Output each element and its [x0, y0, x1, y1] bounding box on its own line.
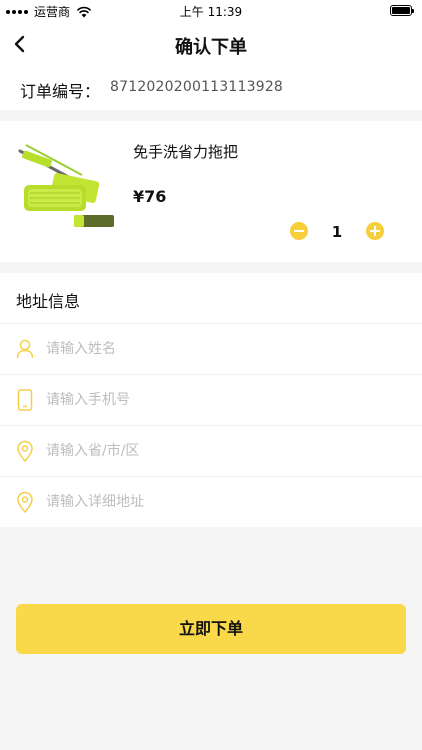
quantity-value: 1: [331, 223, 343, 241]
decrease-button[interactable]: [290, 222, 308, 240]
phone-input[interactable]: [46, 387, 396, 413]
minus-icon: [294, 230, 304, 232]
person-icon: [16, 339, 34, 359]
phone-row: [0, 374, 422, 425]
region-row: [0, 425, 422, 476]
name-row: [0, 323, 422, 374]
status-time: 上午 11:39: [179, 5, 243, 19]
status-bar: 运营商 上午 11:39: [0, 0, 422, 22]
location-pin-icon: [17, 440, 33, 462]
order-number-value: 8712020200113113928: [110, 79, 284, 95]
phone-icon: [17, 389, 33, 411]
mop-image: [18, 144, 114, 227]
quantity-stepper: 1: [290, 222, 384, 242]
nav-bar: 确认下单: [0, 22, 422, 66]
region-input[interactable]: [46, 438, 396, 464]
product-name: 免手洗省力拖把: [133, 143, 239, 161]
address-section: 地址信息: [0, 273, 422, 527]
order-number-row: 订单编号： 8712020200113113928: [0, 66, 422, 110]
product-price: ¥76: [133, 187, 167, 206]
submit-order-button[interactable]: 立即下单: [16, 604, 406, 654]
name-input[interactable]: [46, 336, 396, 362]
product-card: 免手洗省力拖把 ¥76 1: [0, 121, 422, 262]
increase-button[interactable]: [366, 222, 384, 240]
order-number-label: 订单编号：: [20, 82, 101, 101]
battery-icon: [390, 5, 414, 16]
detail-address-row: [0, 476, 422, 527]
page-title: 确认下单: [175, 37, 247, 58]
location-pin-icon: [17, 491, 33, 513]
detail-address-input[interactable]: [46, 489, 396, 515]
address-title: 地址信息: [16, 292, 81, 311]
